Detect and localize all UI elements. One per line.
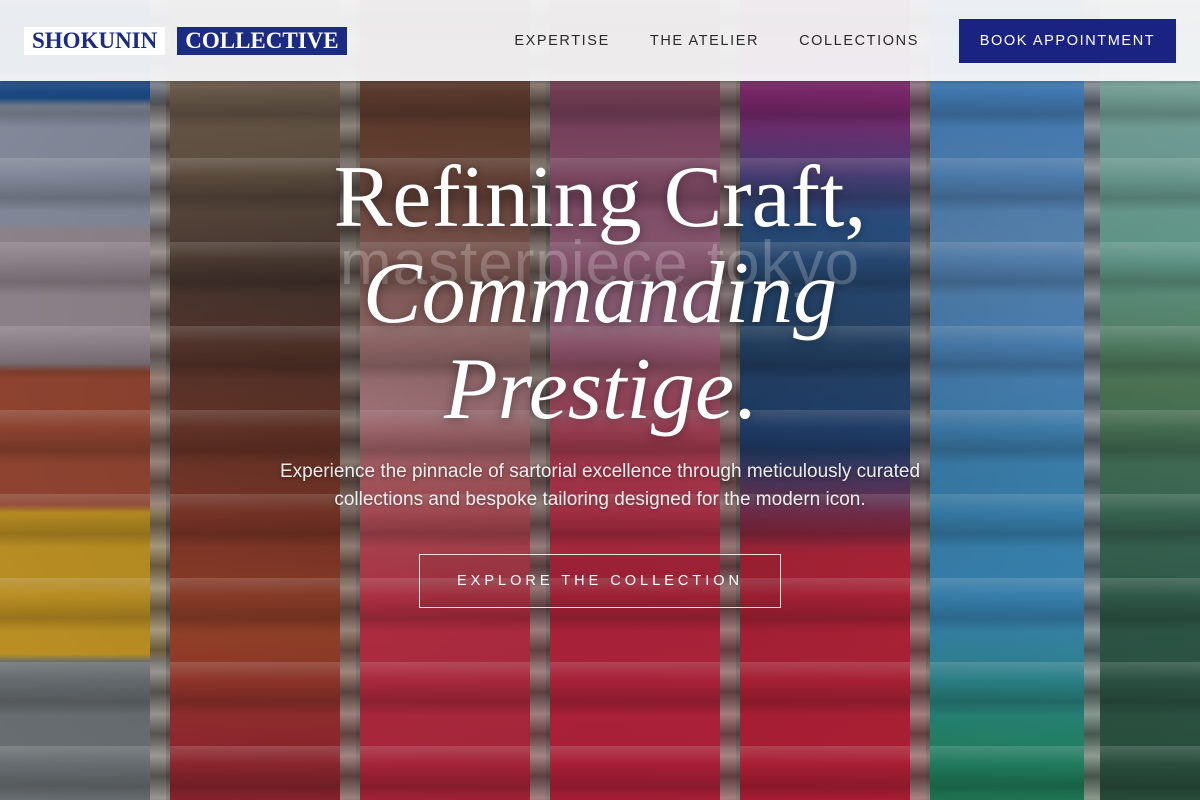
hero-headline: Refining Craft, Commanding Prestige.	[0, 150, 1200, 438]
headline-line-2: Commanding	[362, 245, 838, 342]
nav-link-collections[interactable]: COLLECTIONS	[799, 33, 919, 49]
hero-section: Refining Craft, Commanding Prestige. Exp…	[0, 150, 1200, 608]
headline-line-3: Prestige.	[0, 342, 1200, 438]
top-navbar: SHOKUNIN COLLECTIVE EXPERTISE THE ATELIE…	[0, 0, 1200, 81]
nav-link-expertise[interactable]: EXPERTISE	[514, 33, 610, 49]
explore-collection-button[interactable]: EXPLORE THE COLLECTION	[419, 554, 781, 608]
main-nav: EXPERTISE THE ATELIER COLLECTIONS	[514, 33, 919, 49]
nav-link-the-atelier[interactable]: THE ATELIER	[650, 33, 759, 49]
book-appointment-button[interactable]: BOOK APPOINTMENT	[959, 18, 1176, 63]
headline-period: .	[734, 341, 756, 438]
hero-subtitle: Experience the pinnacle of sartorial exc…	[279, 461, 921, 510]
headline-word-prestige: Prestige	[444, 341, 734, 438]
headline-line-1: Refining Craft,	[333, 149, 867, 246]
brand-logo[interactable]: SHOKUNIN COLLECTIVE	[24, 26, 347, 55]
logo-text-collective: COLLECTIVE	[177, 26, 347, 55]
logo-text-shokunin: SHOKUNIN	[24, 26, 166, 55]
